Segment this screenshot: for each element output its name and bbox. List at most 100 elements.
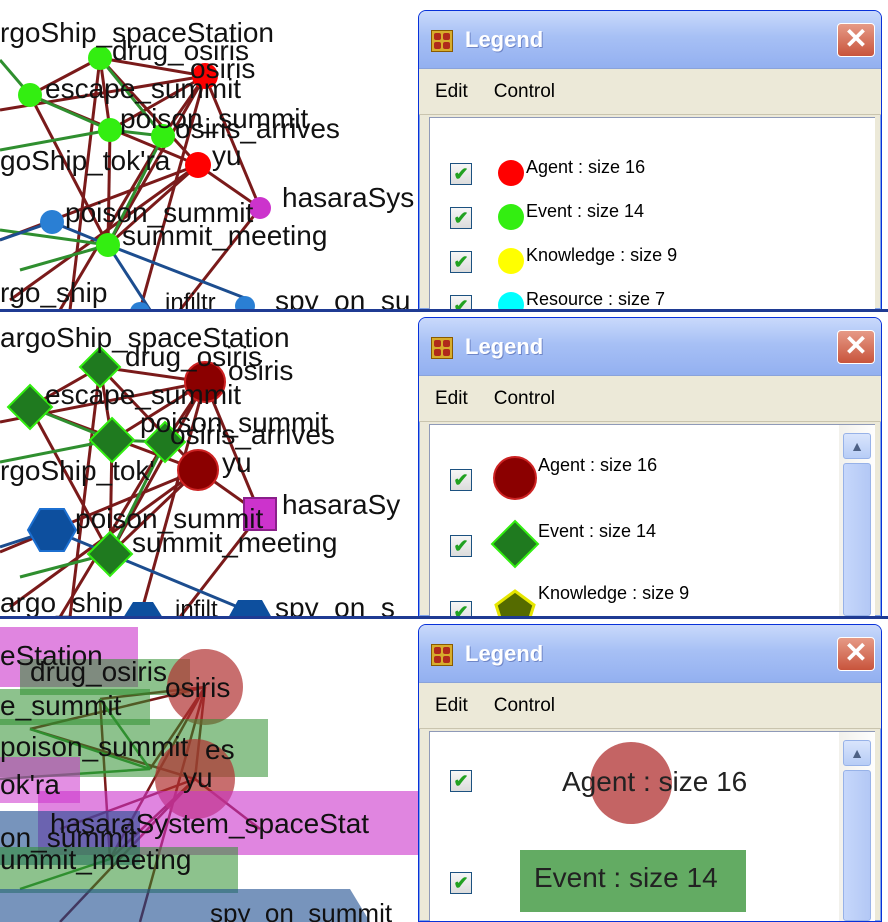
agent-label: Agent : size 16 — [562, 766, 748, 797]
legend-grid-icon — [431, 644, 453, 666]
scroll-thumb[interactable] — [843, 463, 871, 616]
menu-edit[interactable]: Edit — [435, 81, 468, 103]
panel-boxes: eStation drug_osiris osiris e_summit poi… — [0, 619, 888, 922]
label-infiltrate: infilt — [175, 596, 218, 617]
menu-edit[interactable]: Edit — [435, 695, 468, 717]
legend-titlebar[interactable]: Legend ✕ — [419, 318, 881, 376]
scroll-up-arrow-icon[interactable]: ▲ — [843, 740, 871, 766]
legend-item-agent: ✔ Agent : size 16 — [430, 154, 835, 194]
label-hasarasystem: hasaraSy — [282, 489, 400, 520]
legend-item-event: ✔ Event : size 14 — [430, 517, 835, 571]
label-summit-meeting: summit_meeting — [122, 220, 327, 251]
knowledge-checkbox[interactable]: ✔ — [450, 601, 472, 616]
node-escape-summit[interactable] — [18, 83, 42, 107]
label-tokra: ok'ra — [0, 769, 60, 800]
label-spy-on-summit: spy_on_su — [275, 285, 410, 310]
knowledge-label: Knowledge : size 9 — [538, 583, 690, 603]
menu-control[interactable]: Control — [494, 695, 555, 717]
legend-item-resource: ✔ Resource : size 7 — [430, 286, 835, 309]
menu-control[interactable]: Control — [494, 81, 555, 103]
legend-titlebar[interactable]: Legend ✕ — [419, 11, 881, 69]
node-infiltrate[interactable] — [123, 602, 163, 617]
node-poison-summit[interactable] — [98, 118, 122, 142]
node-spy-on-summit[interactable] — [235, 296, 255, 310]
vertical-scrollbar[interactable]: ▲ — [839, 732, 875, 921]
resource-checkbox[interactable]: ✔ — [450, 295, 472, 309]
label-escape-summit: e_summit — [0, 690, 122, 721]
node-yu[interactable] — [177, 449, 219, 491]
label-spy: spy_on_summit — [210, 898, 393, 922]
menu-edit[interactable]: Edit — [435, 388, 468, 410]
menu-bar: Edit Control — [419, 69, 881, 115]
scroll-thumb[interactable] — [843, 770, 871, 921]
legend-title: Legend — [465, 641, 544, 666]
knowledge-swatch — [494, 589, 536, 616]
agent-label: Agent : size 16 — [526, 157, 646, 177]
panel-divider — [0, 309, 888, 312]
close-button[interactable]: ✕ — [837, 330, 875, 364]
node-summit-meeting[interactable] — [96, 233, 120, 257]
legend-title: Legend — [465, 27, 544, 52]
legend-window[interactable]: Legend ✕ Edit Control ▲ ✔ Agent : size 1… — [418, 317, 882, 617]
event-checkbox[interactable]: ✔ — [450, 872, 472, 894]
knowledge-label: Knowledge : size 9 — [526, 245, 678, 265]
close-button[interactable]: ✕ — [837, 23, 875, 57]
label-escape-summit: escape_summit — [45, 73, 241, 104]
label-yu: yu — [222, 447, 252, 478]
label-hasarasystem: hasaraSys — [282, 182, 414, 213]
label-yu: yu — [212, 140, 242, 171]
label-cargo-ship: rgo_ship — [0, 277, 107, 308]
event-label: Event : size 14 — [538, 521, 657, 541]
label-escape-summit: escape_summit — [45, 379, 241, 410]
event-label: Event : size 14 — [534, 862, 718, 893]
legend-grid-icon — [431, 30, 453, 52]
legend-item-knowledge: ✔ Knowledge : size 9 — [430, 242, 835, 282]
legend-grid-icon — [431, 337, 453, 359]
label-infiltrate: infiltr — [165, 289, 216, 310]
legend-title: Legend — [465, 334, 544, 359]
event-checkbox[interactable]: ✔ — [450, 207, 472, 229]
label-cargo-ship: argo_ship — [0, 587, 123, 617]
knowledge-checkbox[interactable]: ✔ — [450, 251, 472, 273]
menu-bar: Edit Control — [419, 683, 881, 729]
resource-label: Resource : size 7 — [526, 289, 666, 309]
knowledge-swatch — [498, 248, 524, 274]
legend-list[interactable]: ▲ ✔ Agent : size 16 ✔ Event : size 14 ✔ … — [429, 424, 875, 616]
agent-swatch — [493, 456, 537, 500]
legend-list[interactable]: ▲ ✔ Agent : size 16 ✔ Event : size 14 — [429, 731, 875, 921]
scroll-up-arrow-icon[interactable]: ▲ — [843, 433, 871, 459]
node-poison-summit-2[interactable] — [40, 210, 64, 234]
legend-item-knowledge: ✔ Knowledge : size 9 — [430, 583, 835, 616]
event-swatch — [498, 204, 524, 230]
resource-swatch — [498, 292, 524, 309]
node-spy-on-summit[interactable] — [228, 600, 272, 617]
legend-item-event: ✔ Event : size 14 — [430, 846, 835, 916]
label-summit-meeting: summit_meeting — [132, 527, 337, 558]
vertical-scrollbar[interactable]: ▲ — [839, 425, 875, 616]
menu-bar: Edit Control — [419, 376, 881, 422]
node-drug-osiris[interactable] — [88, 46, 112, 70]
label-yu: yu — [183, 762, 213, 793]
legend-item-agent: ✔ Agent : size 16 — [430, 738, 835, 824]
agent-checkbox[interactable]: ✔ — [450, 469, 472, 491]
legend-titlebar[interactable]: Legend ✕ — [419, 625, 881, 683]
event-label: Event : size 14 — [526, 201, 645, 221]
event-checkbox[interactable]: ✔ — [450, 535, 472, 557]
agent-checkbox[interactable]: ✔ — [450, 163, 472, 185]
agent-checkbox[interactable]: ✔ — [450, 770, 472, 792]
label-cargoship-tokra: rgoShip_tok' — [0, 455, 155, 486]
node-poison-summit-2[interactable] — [26, 508, 78, 552]
menu-control[interactable]: Control — [494, 388, 555, 410]
label-osiris-arrives: osiris_arrives — [170, 419, 335, 450]
legend-window[interactable]: Legend ✕ Edit Control ✔ Agent : size 16 … — [418, 10, 882, 310]
legend-window[interactable]: Legend ✕ Edit Control ▲ ✔ Agent : size 1… — [418, 624, 882, 922]
agent-swatch — [498, 160, 524, 186]
label-drug-osiris: drug_osiris — [30, 656, 167, 687]
node-yu[interactable] — [185, 152, 211, 178]
legend-list[interactable]: ✔ Agent : size 16 ✔ Event : size 14 ✔ Kn… — [429, 117, 875, 309]
label-cargoship-tokra: goShip_tok'ra — [0, 145, 171, 176]
panel-shapes: argoShip_spaceStation drug_osiris osiris… — [0, 312, 888, 617]
close-button[interactable]: ✕ — [837, 637, 875, 671]
panel-circles: rgoShip_spaceStation drug_osiris osiris … — [0, 0, 888, 310]
legend-item-agent: ✔ Agent : size 16 — [430, 451, 835, 505]
